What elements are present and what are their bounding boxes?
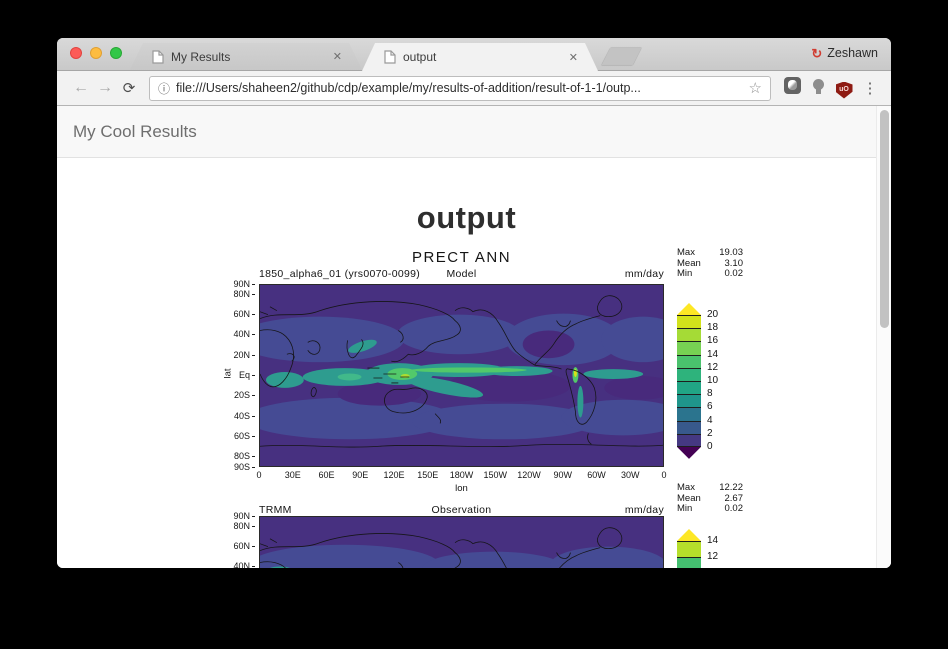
new-tab-button[interactable] (602, 48, 642, 65)
colorbar (677, 303, 701, 459)
y-tick: 20S (231, 391, 255, 400)
browser-toolbar: ← → ⟳ ⓘ file:///Users/shaheen2/github/cd… (57, 71, 891, 106)
extension-button-1[interactable] (779, 77, 805, 99)
tab-output[interactable]: output ✕ (362, 43, 598, 71)
zoom-window-button[interactable] (110, 47, 122, 59)
stat-value: 19.03 (709, 248, 743, 259)
tab-title: My Results (171, 50, 325, 64)
browser-menu-button[interactable]: ⋮ (857, 79, 883, 98)
stat-value: 12.22 (709, 483, 743, 494)
plot-stats: Max19.03 Mean3.10 Min0.02 (677, 248, 743, 280)
close-tab-icon[interactable]: ✕ (569, 51, 578, 64)
plot-units-label: mm/day (259, 504, 664, 516)
y-axis-label: lat (223, 368, 234, 378)
colorbar-tick: 12 (707, 552, 718, 562)
plot-units-label: mm/day (259, 268, 664, 280)
colorbar-tick: 4 (707, 416, 713, 426)
close-tab-icon[interactable]: ✕ (333, 50, 342, 63)
y-tick: 80S (231, 452, 255, 461)
y-tick: 90S (231, 463, 255, 472)
menu-dots-icon: ⋮ (863, 80, 878, 97)
y-tick: 90N (231, 280, 255, 289)
y-tick: 40N (231, 562, 255, 568)
colorbar-tick: 6 (707, 402, 713, 412)
y-tick: 80N (231, 522, 255, 531)
colorbar-tick: 18 (707, 323, 718, 333)
page-scrollbar[interactable] (876, 106, 891, 568)
world-precipitation-map-observation (259, 516, 664, 568)
colorbar-tick: 14 (707, 350, 718, 360)
page-title: output (57, 199, 876, 237)
refresh-button[interactable]: ⟳ (117, 79, 141, 97)
profile-name: Zeshawn (827, 46, 878, 60)
web-page: My Cool Results output PRECT ANN 1850_al… (57, 106, 891, 568)
back-button[interactable]: ← (69, 79, 93, 97)
y-tick: 80N (231, 290, 255, 299)
y-tick: 60S (231, 432, 255, 441)
forward-button[interactable]: → (93, 79, 117, 97)
bookmark-star-icon[interactable]: ☆ (749, 79, 762, 97)
ublock-shield-icon: uO (836, 82, 853, 99)
y-tick: Eq (231, 371, 255, 380)
colorbar (677, 529, 701, 568)
colorbar-tick: 8 (707, 389, 713, 399)
plot-panel-observation: Max12.22 Mean2.67 Min0.02 TRMM Observati… (229, 478, 769, 568)
stat-value: 0.02 (709, 504, 743, 515)
plot-title: PRECT ANN (259, 249, 664, 266)
profile-area[interactable]: ↻ Zeshawn (811, 46, 878, 60)
stat-label: Min (677, 269, 709, 280)
colorbar-tick: 12 (707, 363, 718, 373)
colorbar-tick: 0 (707, 442, 713, 452)
y-tick: 60N (231, 310, 255, 319)
site-header-title: My Cool Results (73, 122, 197, 142)
close-window-button[interactable] (70, 47, 82, 59)
y-tick: 20N (231, 351, 255, 360)
tab-title: output (403, 50, 561, 64)
extension-bulb-icon (813, 79, 824, 90)
y-tick: 60N (231, 542, 255, 551)
minimize-window-button[interactable] (90, 47, 102, 59)
colorbar-tick: 20 (707, 310, 718, 320)
stat-label: Max (677, 483, 709, 494)
extension-square-icon (784, 77, 801, 94)
page-info-icon[interactable]: ⓘ (158, 80, 170, 97)
stat-label: Min (677, 504, 709, 515)
page-favicon-icon (152, 50, 164, 64)
page-favicon-icon (384, 50, 396, 64)
world-precipitation-map-model (259, 284, 664, 467)
sync-error-icon: ↻ (811, 47, 822, 60)
page-content: output PRECT ANN 1850_alpha6_01 (yrs0070… (57, 199, 876, 568)
extension-button-2[interactable] (805, 79, 831, 97)
url-text[interactable]: file:///Users/shaheen2/github/cdp/exampl… (176, 81, 743, 95)
y-tick: 90N (231, 512, 255, 521)
window-controls (70, 47, 122, 59)
scrollbar-thumb[interactable] (880, 110, 889, 328)
browser-window: My Results ✕ output ✕ ↻ Zeshawn ← → ⟳ ⓘ … (57, 38, 891, 568)
address-bar[interactable]: ⓘ file:///Users/shaheen2/github/cdp/exam… (149, 76, 771, 101)
colorbar-tick: 16 (707, 336, 718, 346)
stat-value: 0.02 (709, 269, 743, 280)
site-header: My Cool Results (57, 106, 891, 158)
tab-strip: My Results ✕ output ✕ ↻ Zeshawn (57, 38, 891, 71)
ublock-extension-button[interactable]: uO (831, 78, 857, 99)
tab-my-results[interactable]: My Results ✕ (130, 43, 362, 70)
colorbar-tick: 2 (707, 429, 713, 439)
plot-panel-model: PRECT ANN 1850_alpha6_01 (yrs0070-0099) … (229, 246, 769, 498)
stat-label: Max (677, 248, 709, 259)
colorbar-tick: 10 (707, 376, 718, 386)
y-tick: 40N (231, 330, 255, 339)
colorbar-tick: 14 (707, 536, 718, 546)
plot-stats: Max12.22 Mean2.67 Min0.02 (677, 483, 743, 515)
y-tick: 40S (231, 412, 255, 421)
